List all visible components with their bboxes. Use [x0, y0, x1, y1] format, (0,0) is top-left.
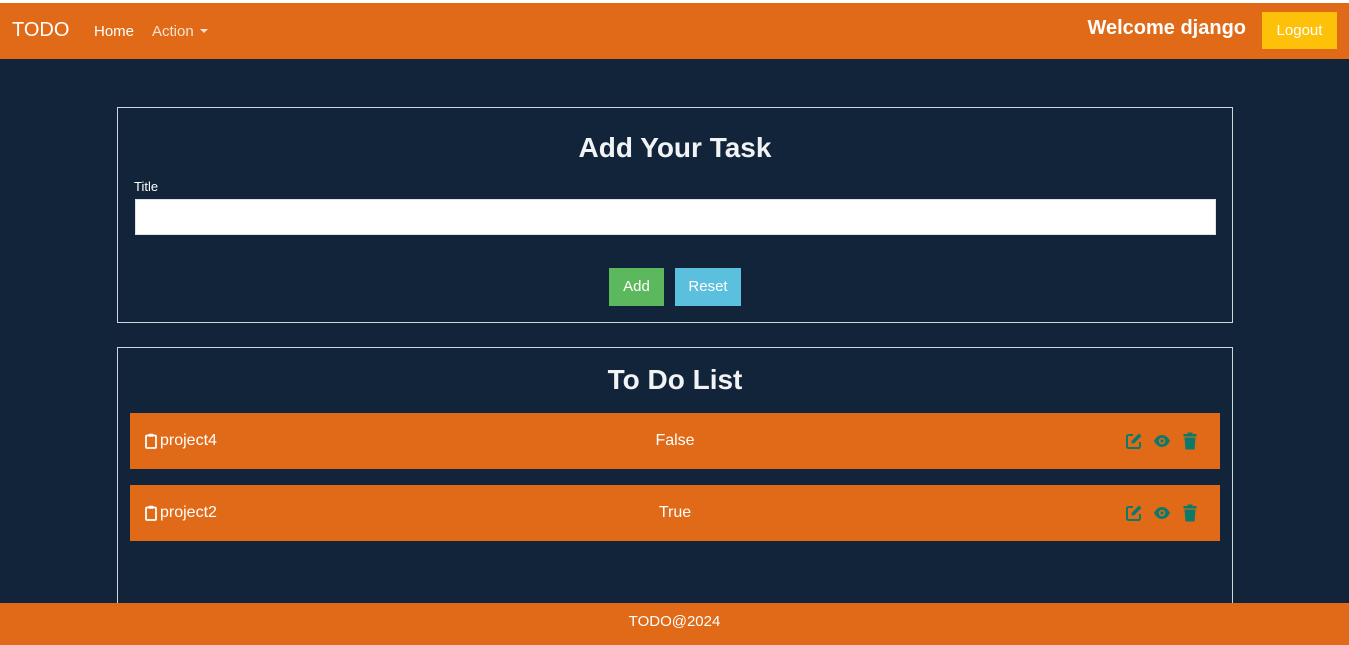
nav-action-label: Action: [152, 23, 194, 40]
task-name: project4: [145, 432, 217, 450]
todo-item: project2 True: [130, 485, 1220, 541]
title-input[interactable]: [135, 199, 1216, 235]
footer-text: TODO@2024: [628, 613, 721, 630]
add-button[interactable]: Add: [609, 268, 664, 306]
clipboard-icon: [145, 505, 157, 521]
footer: TODO@2024: [0, 603, 1349, 645]
reset-button[interactable]: Reset: [675, 268, 741, 306]
edit-icon[interactable]: [1125, 504, 1143, 522]
task-name-text: project4: [160, 432, 217, 449]
edit-icon[interactable]: [1125, 432, 1143, 450]
task-status: False: [655, 432, 695, 449]
trash-icon[interactable]: [1181, 432, 1199, 450]
nav-action-dropdown[interactable]: Action: [152, 23, 208, 40]
add-task-card: Add Your Task Title Add Reset: [117, 107, 1233, 323]
eye-icon[interactable]: [1153, 432, 1171, 450]
navbar: TODO Home Action Welcome django Logout: [0, 3, 1349, 59]
nav-home-link[interactable]: Home: [94, 23, 134, 40]
logout-button[interactable]: Logout: [1262, 12, 1337, 49]
todo-list-heading: To Do List: [607, 364, 743, 395]
task-name: project2: [145, 504, 217, 522]
todo-list-card: To Do List project4 False project2 True: [117, 347, 1233, 607]
title-label: Title: [134, 179, 159, 194]
task-name-text: project2: [160, 504, 217, 521]
task-actions: [1125, 432, 1199, 450]
welcome-text: Welcome django: [1087, 17, 1246, 39]
task-status: True: [658, 504, 692, 521]
brand-link[interactable]: TODO: [12, 19, 69, 42]
trash-icon[interactable]: [1181, 504, 1199, 522]
task-actions: [1125, 504, 1199, 522]
eye-icon[interactable]: [1153, 504, 1171, 522]
caret-down-icon: [199, 29, 208, 33]
todo-item: project4 False: [130, 413, 1220, 469]
clipboard-icon: [145, 433, 157, 449]
add-task-heading: Add Your Task: [578, 132, 772, 163]
